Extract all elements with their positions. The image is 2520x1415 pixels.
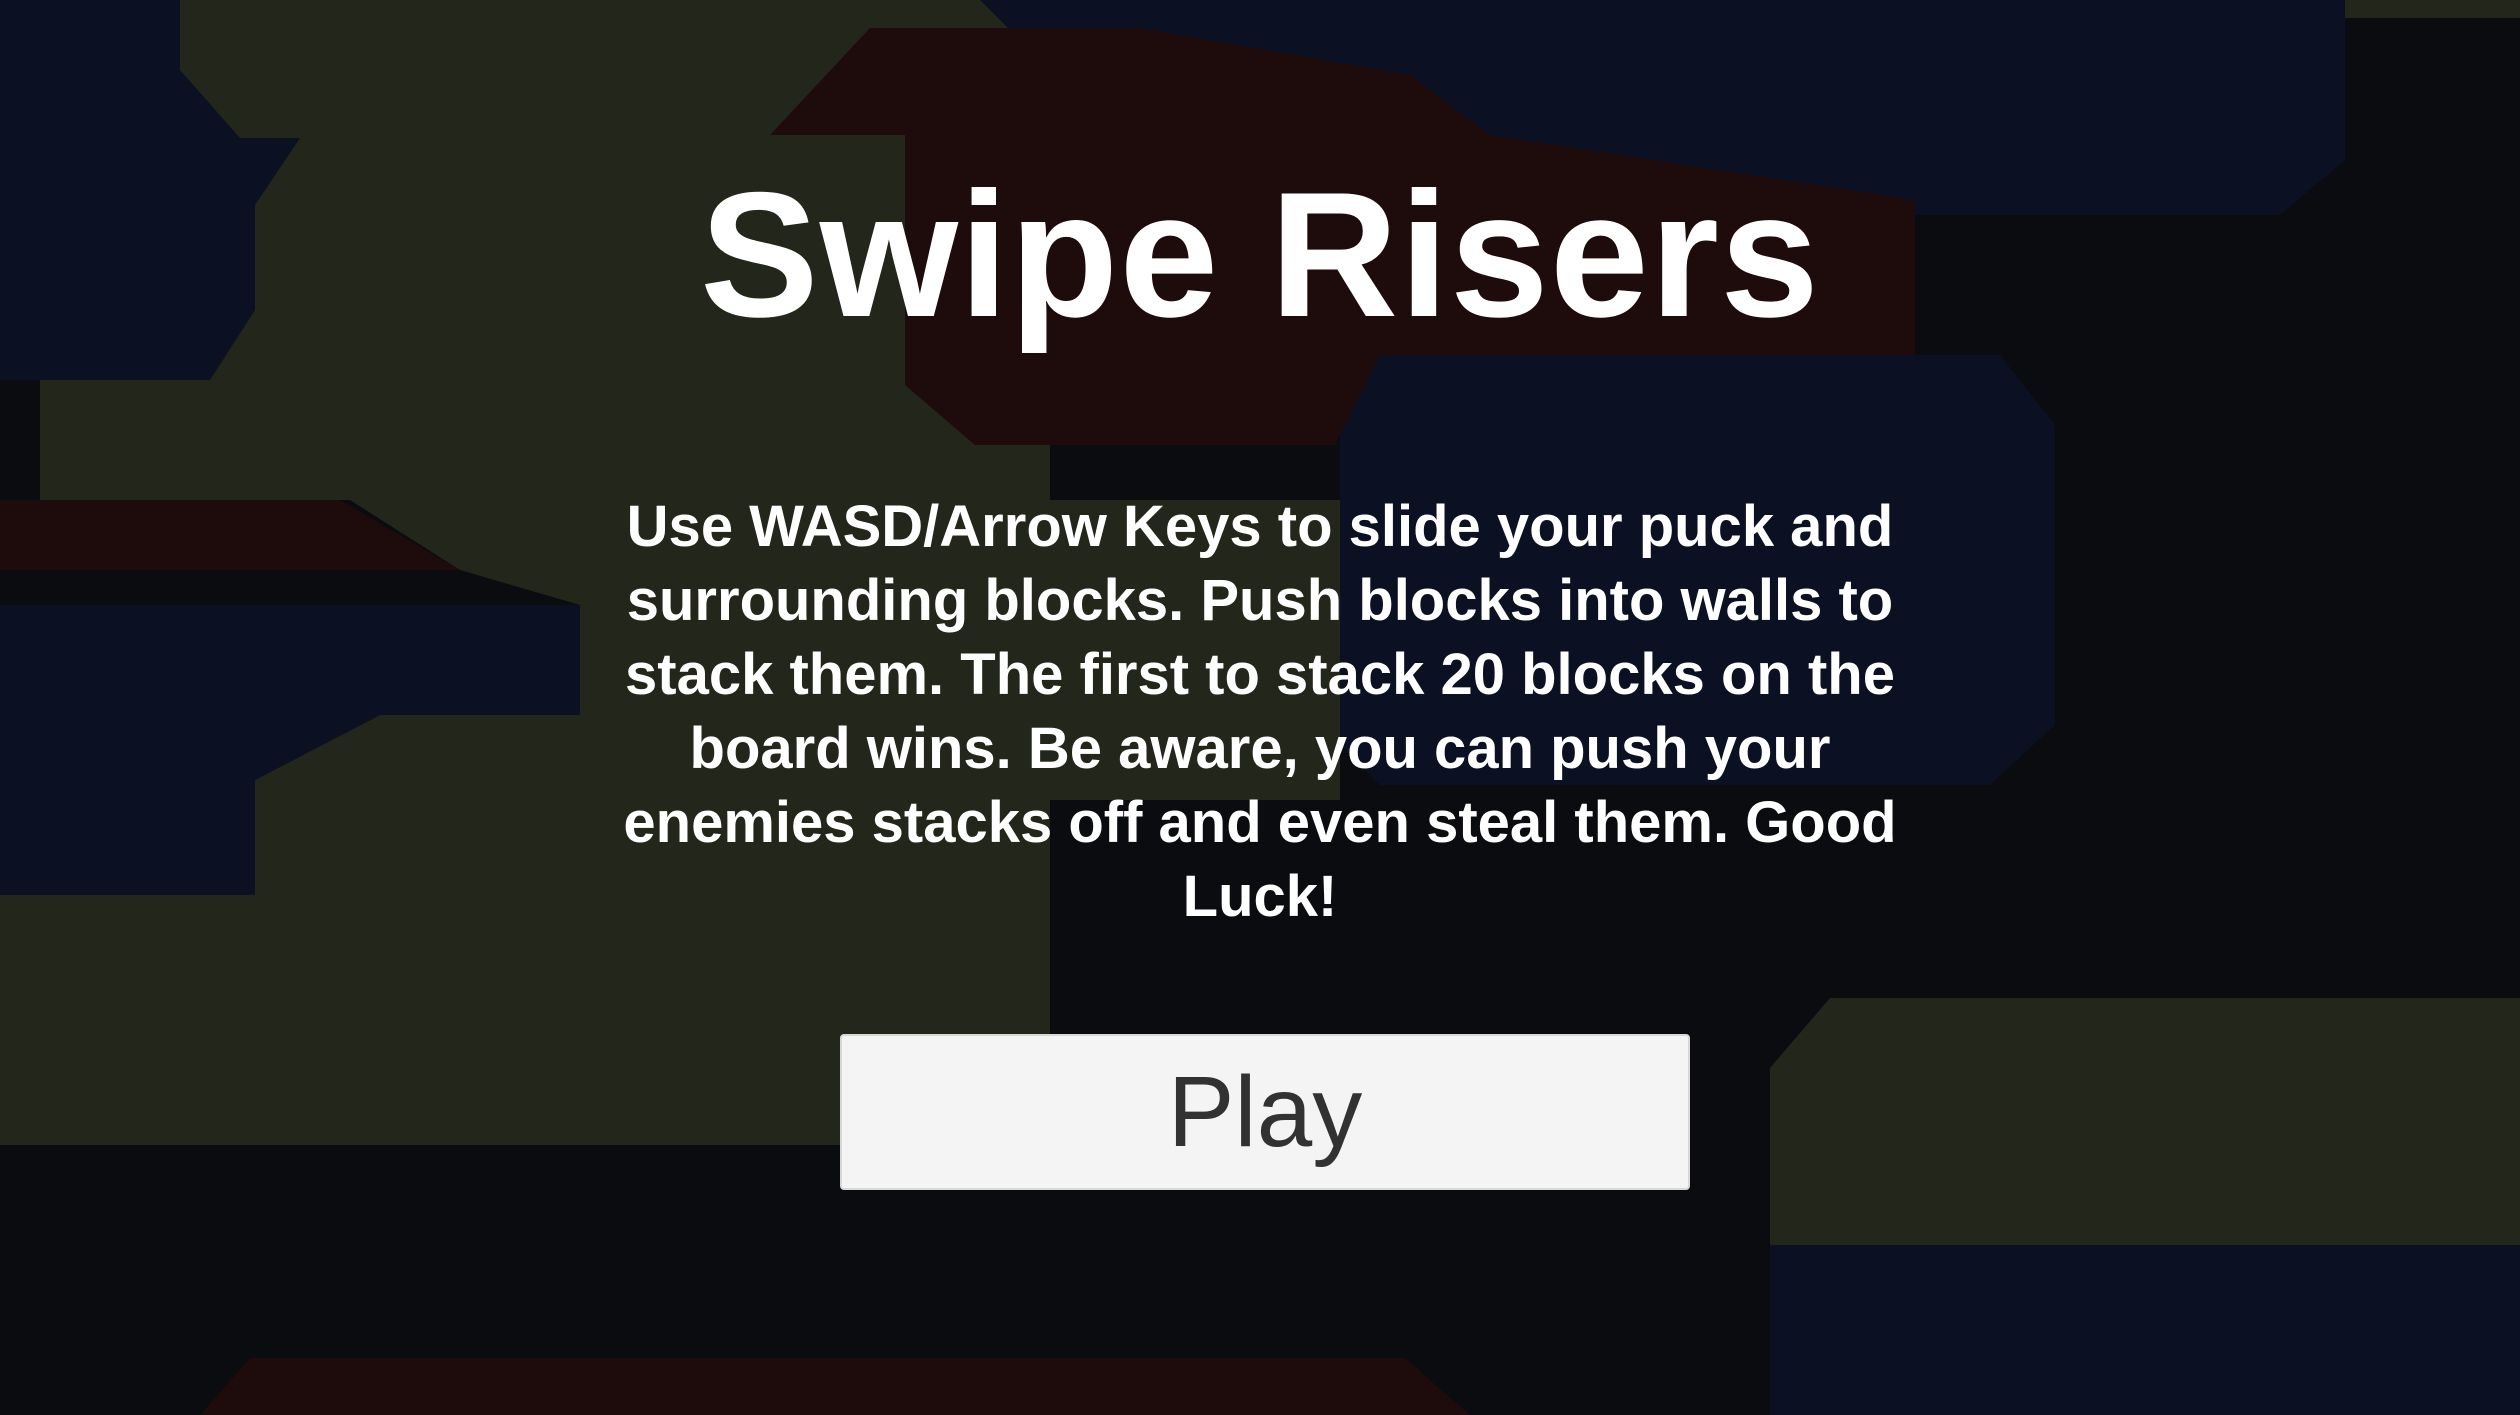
instructions-text: Use WASD/Arrow Keys to slide your puck a…: [623, 494, 1897, 929]
game-title: Swipe Risers: [699, 155, 1821, 354]
navy-block-bottom-right: [1770, 1245, 2520, 1415]
game-menu-screen: Swipe Risers Use WASD/Arrow Keys to slid…: [0, 0, 2520, 1415]
olive-block-bottom-right: [1770, 998, 2520, 1245]
play-button[interactable]: Play: [840, 1034, 1690, 1190]
maroon-block-bottom: [200, 1358, 1470, 1415]
